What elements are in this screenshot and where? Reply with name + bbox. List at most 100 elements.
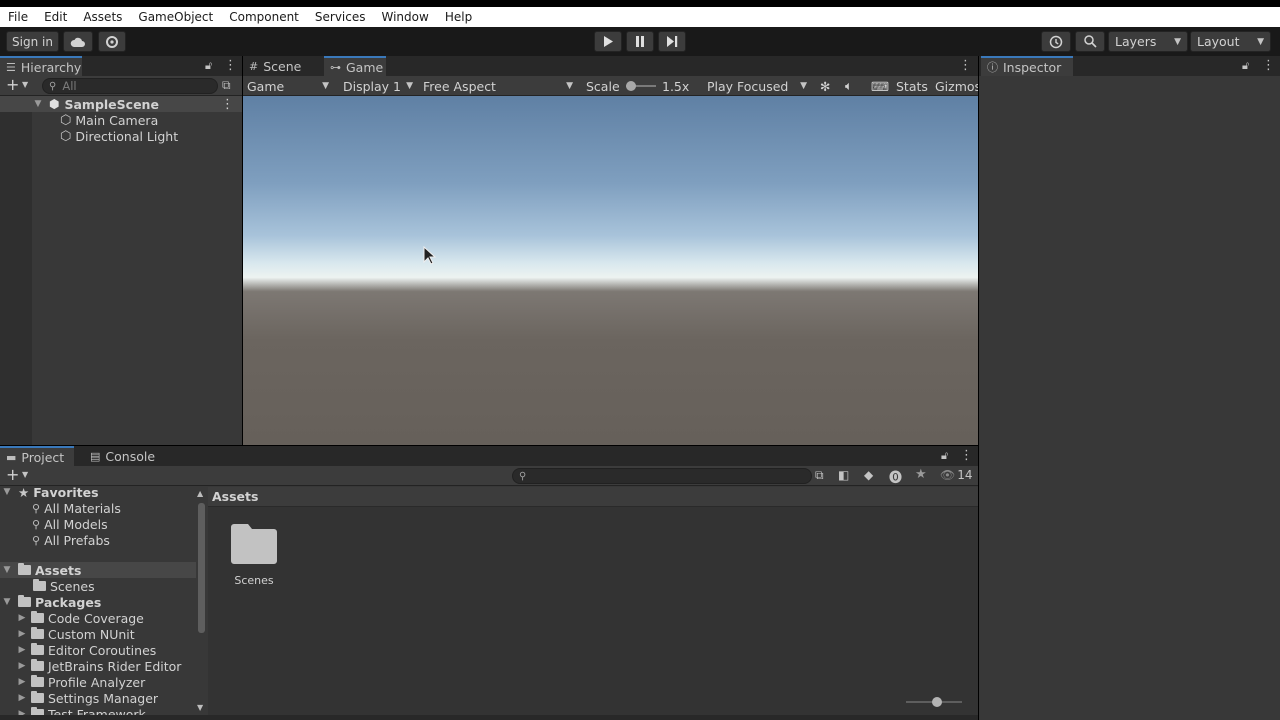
lock-icon[interactable]: 🔓︎ [941,449,948,463]
tree-scrollbar[interactable]: ▲ ▼ [196,487,207,715]
tab-inspector[interactable]: ⓘ Inspector [981,56,1073,76]
scroll-down-icon[interactable]: ▼ [197,703,203,712]
play-button[interactable] [594,31,622,52]
add-icon[interactable]: + [6,76,19,94]
step-button[interactable] [658,31,686,52]
panel-menu-icon[interactable]: ⋮ [1262,58,1275,73]
search-button[interactable] [1075,31,1105,52]
warning-filter-icon[interactable]: ⓿ [889,467,902,486]
expand-triangle-icon[interactable]: ▼ [33,99,43,109]
hierarchy-item-main-camera[interactable]: ⬡ Main Camera [0,112,242,128]
tree-item-all-prefabs[interactable]: ⚲ All Prefabs [0,532,196,548]
search-filter-icon[interactable]: ⧉ [222,78,231,93]
tree-item-scenes[interactable]: Scenes [0,578,196,594]
menu-help[interactable]: Help [437,7,480,27]
tab-hierarchy[interactable]: ☰ Hierarchy [0,56,82,76]
history-icon [1049,35,1063,48]
collab-button[interactable] [98,31,126,52]
tree-package-item[interactable]: ▶ Profile Analyzer [0,674,196,690]
menu-window[interactable]: Window [374,7,437,27]
hierarchy-scene-row[interactable]: ▼ ⬢ SampleScene ⋮ [0,96,242,112]
tree-package-item[interactable]: ▶ Editor Coroutines [0,642,196,658]
chevron-down-icon[interactable]: ▼ [22,80,28,89]
folder-open-icon [18,563,31,575]
tree-item-all-materials[interactable]: ⚲ All Materials [0,500,196,516]
menu-gameobject[interactable]: GameObject [130,7,221,27]
tree-packages[interactable]: ▼ Packages [0,594,196,610]
tree-favorites[interactable]: ▼ ★ Favorites [0,487,196,500]
tree-assets[interactable]: ▼ Assets [0,562,196,578]
label-tag-icon[interactable]: ◆ [864,468,873,482]
hidden-packages-toggle[interactable]: 👁︎ 14 [940,468,973,482]
tree-label: All Models [44,516,108,532]
tree-package-item[interactable]: ▶ Custom NUnit [0,626,196,642]
menu-assets[interactable]: Assets [75,7,130,27]
collapsed-triangle-icon[interactable]: ▶ [17,645,27,655]
sign-in-button[interactable]: Sign in [6,31,59,52]
tab-scene[interactable]: # Scene [243,56,323,76]
panel-menu-icon[interactable]: ⋮ [960,448,973,463]
layers-dropdown[interactable]: Layers ▼ [1108,31,1188,52]
menu-services[interactable]: Services [307,7,374,27]
collapsed-triangle-icon[interactable]: ▶ [17,693,27,703]
add-icon[interactable]: + [6,466,19,484]
lock-icon[interactable]: 🔓︎ [1242,59,1249,73]
game-mode-dropdown[interactable]: Game ▼ [243,76,333,96]
favorite-star-icon[interactable]: ★ [915,467,927,482]
tree-package-item[interactable]: ▶ Test Framework [0,706,196,715]
grid-icon: # [249,59,259,73]
scene-menu-icon[interactable]: ⋮ [221,97,234,112]
audio-icon[interactable]: 🔈︎ [841,76,861,96]
filter-type-icon[interactable]: ◧ [838,468,849,482]
collapsed-triangle-icon[interactable]: ▶ [17,629,27,639]
play-mode-dropdown[interactable]: Play Focused ▼ [703,76,811,96]
folder-open-icon [18,595,31,607]
tab-game[interactable]: ⊶ Game [324,56,386,76]
display-dropdown[interactable]: Display 1 ▼ [339,76,417,96]
aspect-dropdown[interactable]: Free Aspect ▼ [419,76,577,96]
tree-label: All Materials [44,500,121,516]
layout-dropdown[interactable]: Layout ▼ [1190,31,1271,52]
lock-icon[interactable]: 🔓︎ [205,59,212,73]
eye-icon: 👁︎ [940,468,956,482]
cloud-button[interactable] [63,31,93,52]
collapsed-triangle-icon[interactable]: ▶ [17,677,27,687]
scale-slider-thumb[interactable] [626,81,636,91]
hierarchy-item-directional-light[interactable]: ⬡ Directional Light [0,128,242,144]
game-viewport[interactable] [243,96,978,445]
collapsed-triangle-icon[interactable]: ▶ [17,661,27,671]
icon-size-slider-thumb[interactable] [932,697,942,707]
expand-triangle-icon[interactable]: ▼ [2,565,12,575]
expand-triangle-icon[interactable]: ▼ [2,597,12,607]
tree-package-item[interactable]: ▶ JetBrains Rider Editor [0,658,196,674]
breadcrumb-assets[interactable]: Assets [212,489,258,504]
folder-icon [31,675,44,687]
undo-history-button[interactable] [1041,31,1071,52]
collapsed-triangle-icon[interactable]: ▶ [17,613,27,623]
stats-button[interactable]: Stats [892,76,930,96]
panel-menu-icon[interactable]: ⋮ [224,58,237,73]
menu-edit[interactable]: Edit [36,7,75,27]
pause-icon [636,36,644,47]
tree-package-item[interactable]: ▶ Settings Manager [0,690,196,706]
scrollbar-thumb[interactable] [198,503,205,633]
keyboard-icon[interactable]: ⌨ [867,76,889,96]
chevron-down-icon[interactable]: ▼ [22,470,28,479]
pause-button[interactable] [626,31,654,52]
search-by-type-icon[interactable]: ⧉ [815,468,824,483]
asset-folder-scenes[interactable]: Scenes [224,523,284,593]
menu-file[interactable]: File [0,7,36,27]
tree-item-all-models[interactable]: ⚲ All Models [0,516,196,532]
expand-triangle-icon[interactable]: ▼ [2,487,12,497]
tab-console[interactable]: ▤ Console [84,446,164,466]
scroll-up-icon[interactable]: ▲ [197,489,203,498]
hierarchy-search-input[interactable]: ⚲ All [42,78,218,94]
inspector-panel: ⓘ Inspector 🔓︎ ⋮ [979,56,1280,720]
panel-menu-icon[interactable]: ⋮ [959,58,972,73]
menu-component[interactable]: Component [221,7,307,27]
project-search-input[interactable]: ⚲ [512,468,812,484]
tree-package-item[interactable]: ▶ Code Coverage [0,610,196,626]
tab-project[interactable]: ▬ Project [0,446,74,466]
gizmos-button[interactable]: Gizmos [931,76,978,96]
bug-icon[interactable]: ✻ [816,76,836,96]
